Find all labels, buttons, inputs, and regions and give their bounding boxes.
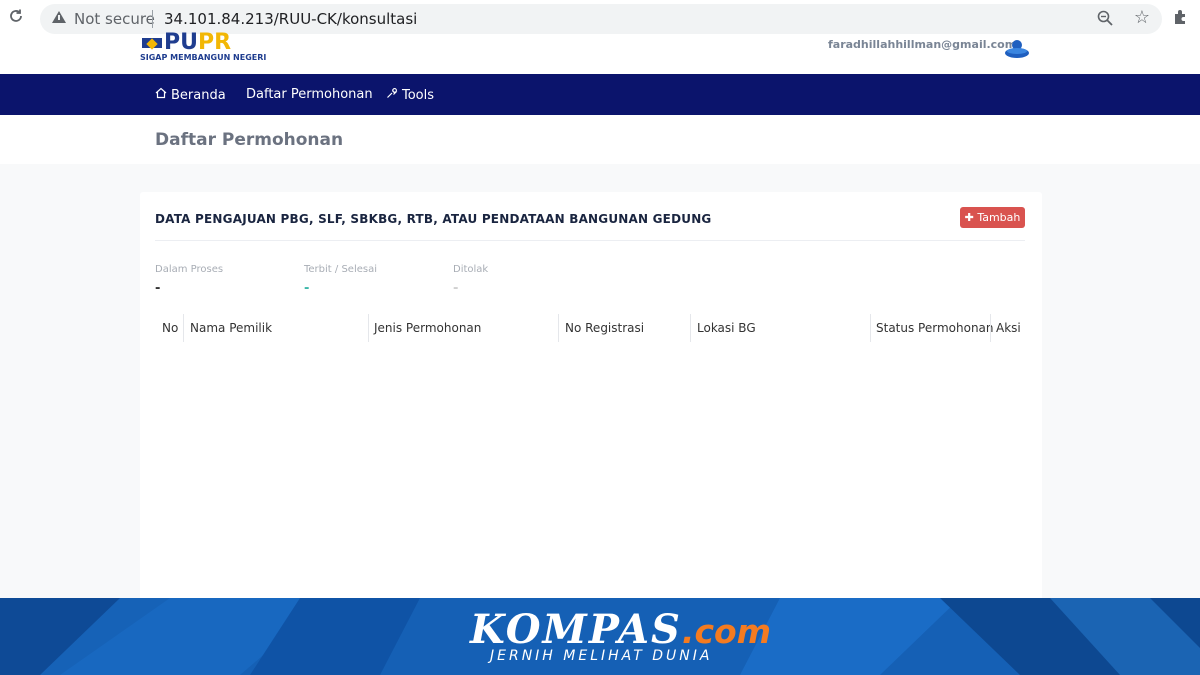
column-header-nama-pemilik[interactable]: Nama Pemilik: [190, 321, 272, 335]
pupr-logo[interactable]: PUPR SIGAP MEMBANGUN NEGERI: [140, 30, 270, 68]
logo-text: PUPR: [164, 30, 232, 55]
column-header-aksi[interactable]: Aksi: [996, 321, 1021, 335]
nav-label: Tools: [402, 88, 435, 103]
add-button-label: Tambah: [977, 211, 1021, 224]
security-label[interactable]: Not secure: [74, 10, 155, 28]
stat-value: -: [453, 281, 459, 296]
logo-tagline: SIGAP MEMBANGUN NEGERI: [140, 53, 267, 62]
column-header-no-registrasi[interactable]: No Registrasi: [565, 321, 644, 335]
divider: [155, 240, 1025, 241]
stat-terbit-selesai: Terbit / Selesai -: [304, 264, 377, 296]
page-title: Daftar Permohonan: [155, 130, 344, 150]
kompas-tagline: JERNIH MELIHAT DUNIA: [490, 648, 713, 664]
user-email[interactable]: faradhillahhillman@gmail.com: [828, 38, 1016, 51]
home-icon: [155, 87, 167, 102]
nav-item-daftar-permohonan[interactable]: Daftar Permohonan: [246, 87, 373, 102]
nav-item-beranda[interactable]: Beranda: [155, 87, 226, 103]
kompas-watermark-banner: KOMPAS.com JERNIH MELIHAT DUNIA: [0, 598, 1200, 675]
column-divider: [183, 314, 184, 342]
wrench-icon: [386, 87, 398, 102]
kompas-logo: KOMPAS.com: [470, 606, 772, 653]
column-divider: [870, 314, 871, 342]
column-header-jenis-permohonan[interactable]: Jenis Permohonan: [374, 321, 481, 335]
stat-value: -: [304, 281, 310, 296]
add-button[interactable]: ✚ Tambah: [960, 207, 1025, 228]
card-title: DATA PENGAJUAN PBG, SLF, SBKBG, RTB, ATA…: [155, 212, 712, 226]
stat-label: Dalam Proses: [155, 264, 224, 275]
applications-card: DATA PENGAJUAN PBG, SLF, SBKBG, RTB, ATA…: [140, 192, 1042, 612]
main-navbar: Beranda Daftar Permohonan Tools: [0, 74, 1200, 115]
column-header-status-permohonan[interactable]: Status Permohonan: [876, 321, 994, 335]
column-header-lokasi-bg[interactable]: Lokasi BG: [697, 321, 756, 335]
page-title-band: Daftar Permohonan: [0, 115, 1200, 164]
stat-label: Terbit / Selesai: [304, 264, 377, 275]
nav-label: Daftar Permohonan: [246, 87, 373, 102]
extensions-puzzle-icon[interactable]: [1172, 8, 1192, 28]
stat-label: Ditolak: [453, 264, 489, 275]
site-header: PUPR SIGAP MEMBANGUN NEGERI faradhillahh…: [0, 30, 1200, 74]
stat-ditolak: Ditolak -: [453, 264, 488, 296]
warning-icon[interactable]: [52, 11, 66, 23]
stat-value: -: [155, 281, 161, 296]
column-header-no[interactable]: No: [162, 321, 178, 335]
column-divider: [558, 314, 559, 342]
zoom-icon[interactable]: [1096, 9, 1116, 29]
nav-label: Beranda: [171, 88, 226, 103]
plus-icon: ✚: [964, 211, 974, 224]
reload-icon[interactable]: [6, 8, 26, 28]
column-divider: [690, 314, 691, 342]
nav-item-tools[interactable]: Tools: [386, 87, 434, 103]
column-divider: [990, 314, 991, 342]
url-text[interactable]: 34.101.84.213/RUU-CK/konsultasi: [164, 10, 417, 28]
column-divider: [368, 314, 369, 342]
user-avatar-icon[interactable]: [1004, 38, 1029, 58]
divider: [152, 10, 153, 28]
stat-dalam-proses: Dalam Proses -: [155, 264, 223, 296]
bookmark-star-icon[interactable]: ☆: [1134, 7, 1150, 28]
